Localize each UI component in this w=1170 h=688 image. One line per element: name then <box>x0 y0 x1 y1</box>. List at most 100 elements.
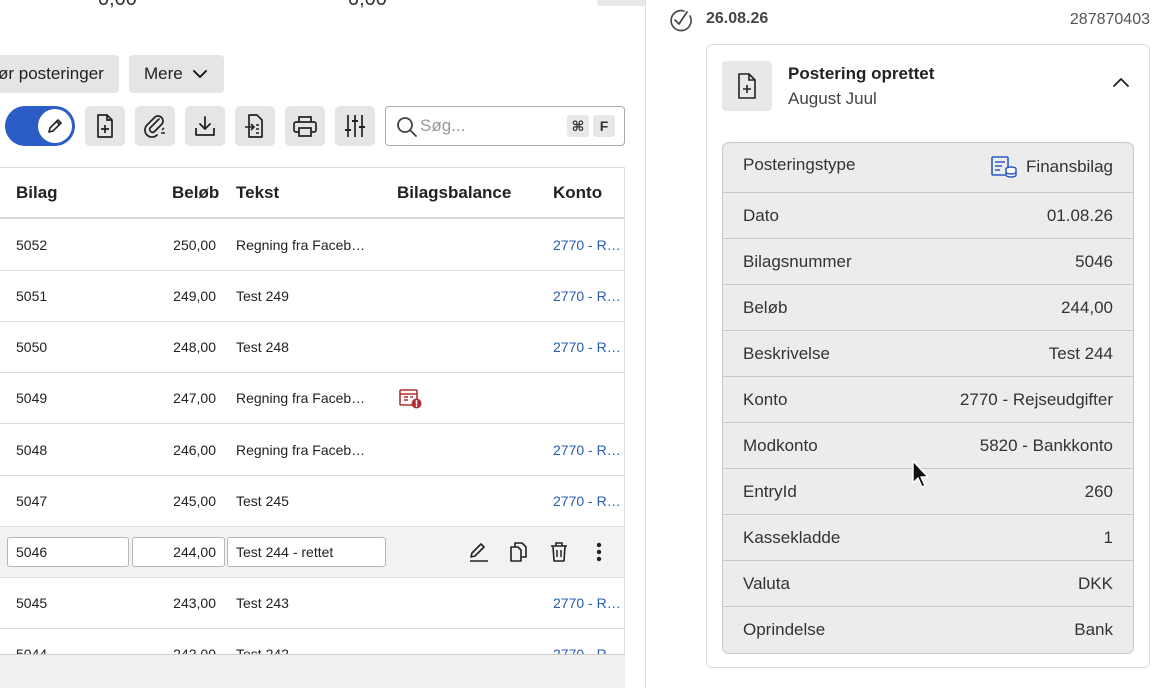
property-value: 5046 <box>1075 252 1113 271</box>
copy-row-button[interactable] <box>506 539 532 565</box>
table-row[interactable]: 5044 242,00 Test 242 2770 - R… <box>0 629 624 655</box>
show-entries-button[interactable]: ør posteringer <box>0 55 119 93</box>
edit-bilag-input[interactable] <box>7 537 129 567</box>
history-card-author: August Juul <box>788 89 877 108</box>
column-header-account[interactable]: Konto <box>553 183 602 203</box>
property-value: 2770 - Rejseudgifter <box>959 390 1113 409</box>
edit-amount-input[interactable] <box>132 537 225 567</box>
copy-icon <box>510 542 527 562</box>
cell-amount: 246,00 <box>173 442 216 458</box>
cell-bilag: 5050 <box>16 339 48 355</box>
property-row: Dato 01.08.26 <box>723 193 1133 239</box>
edit-text-input[interactable] <box>227 537 386 567</box>
shortcut-cmd-key: ⌘ <box>567 115 589 137</box>
balance-warning-icon[interactable] <box>399 388 423 410</box>
file-plus-icon <box>738 73 756 99</box>
history-date: 26.08.26 <box>706 10 769 27</box>
table-row[interactable]: 5052 250,00 Regning fra Faceb… 2770 - R… <box>0 220 624 271</box>
trash-icon <box>551 542 567 562</box>
filter-settings-button[interactable] <box>335 106 375 146</box>
table-row[interactable]: 5049 247,00 Regning fra Faceb… <box>0 373 624 424</box>
show-entries-label: ør posteringer <box>0 64 104 83</box>
search-box[interactable]: ⌘ F <box>385 106 625 146</box>
download-button[interactable] <box>185 106 225 146</box>
entry-properties: Posteringstype Finansbilag Dato 01.08.26… <box>722 142 1134 654</box>
cell-text: Test 245 <box>236 493 289 509</box>
cell-amount: 245,00 <box>173 493 216 509</box>
total-value: 0,00 <box>98 0 137 11</box>
cell-amount: 242,00 <box>173 646 216 655</box>
history-panel: 26.08.26 287870403 Postering oprettet Au… <box>646 0 1170 688</box>
paperclip-icon <box>144 115 165 138</box>
property-value: 1 <box>1103 528 1113 547</box>
attach-button[interactable] <box>135 106 175 146</box>
cell-amount: 249,00 <box>173 288 216 304</box>
chevron-up-icon[interactable] <box>1113 77 1129 87</box>
history-entry-number: 287870403 <box>1069 11 1150 28</box>
cell-amount: 248,00 <box>173 339 216 355</box>
row-more-button[interactable] <box>586 539 612 565</box>
shortcut-f-key: F <box>593 115 615 137</box>
printer-icon <box>293 116 317 137</box>
column-header-balance[interactable]: Bilagsbalance <box>397 183 511 203</box>
cell-text: Test 248 <box>236 339 289 355</box>
finance-voucher-icon <box>991 156 1017 178</box>
top-button[interactable] <box>597 0 645 6</box>
table-header: Bilag Beløb Tekst Bilagsbalance Konto <box>0 168 624 219</box>
print-button[interactable] <box>285 106 325 146</box>
cell-bilag: 5049 <box>16 390 48 406</box>
pencil-icon <box>48 119 62 133</box>
cell-text: Regning fra Faceb… <box>236 390 366 406</box>
search-input[interactable] <box>420 113 560 139</box>
cell-account-link[interactable]: 2770 - R… <box>553 237 624 253</box>
property-row: Oprindelse Bank <box>723 607 1133 653</box>
entries-panel: 0,00 0,00 ør posteringer Mere ⌘ F Bila <box>0 0 645 688</box>
property-value: 01.08.26 <box>1046 206 1113 225</box>
cell-text: Test 243 <box>236 595 289 611</box>
search-icon <box>397 117 417 137</box>
edit-mode-toggle[interactable] <box>5 106 75 146</box>
edit-row-button[interactable] <box>466 539 492 565</box>
cell-account-link[interactable]: 2770 - R… <box>553 493 624 509</box>
history-card-title: Postering oprettet <box>788 64 935 83</box>
table-row[interactable]: 5047 245,00 Test 245 2770 - R… <box>0 476 624 527</box>
column-header-text[interactable]: Tekst <box>236 183 279 203</box>
cell-bilag: 5052 <box>16 237 48 253</box>
property-value: 244,00 <box>1061 298 1113 317</box>
table-row[interactable]: 5050 248,00 Test 248 2770 - R… <box>0 322 624 373</box>
chevron-down-icon <box>192 69 207 78</box>
cell-account-link[interactable]: 2770 - R… <box>553 288 624 304</box>
more-button[interactable]: Mere <box>129 55 224 93</box>
new-entry-button[interactable] <box>85 106 125 146</box>
cell-amount: 247,00 <box>173 390 216 406</box>
cell-account-link[interactable]: 2770 - R… <box>553 442 624 458</box>
column-header-bilag[interactable]: Bilag <box>16 183 58 203</box>
table-row[interactable]: 5045 243,00 Test 243 2770 - R… <box>0 578 624 629</box>
file-import-icon <box>245 114 263 138</box>
property-row: Bilagsnummer 5046 <box>723 239 1133 285</box>
table-footer <box>0 655 625 688</box>
cell-amount: 243,00 <box>173 595 216 611</box>
property-value: Finansbilag <box>990 155 1113 179</box>
table-row[interactable]: 5051 249,00 Test 249 2770 - R… <box>0 271 624 322</box>
property-row: Beskrivelse Test 244 <box>723 331 1133 377</box>
mouse-cursor-icon <box>912 460 929 488</box>
more-vertical-icon <box>596 542 602 562</box>
cell-account-link[interactable]: 2770 - R… <box>553 646 624 654</box>
column-header-amount[interactable]: Beløb <box>172 183 219 203</box>
cell-text: Test 249 <box>236 288 289 304</box>
delete-row-button[interactable] <box>546 539 572 565</box>
cell-account-link[interactable]: 2770 - R… <box>553 339 624 355</box>
entries-table: Bilag Beløb Tekst Bilagsbalance Konto 50… <box>0 167 625 655</box>
table-row-editing[interactable] <box>0 527 624 578</box>
history-card: Postering oprettet August Juul Postering… <box>706 44 1150 668</box>
property-value: 5820 - Bankkonto <box>979 436 1113 455</box>
table-row[interactable]: 5048 246,00 Regning fra Faceb… 2770 - R… <box>0 425 624 476</box>
sliders-icon <box>345 115 365 137</box>
cell-bilag: 5047 <box>16 493 48 509</box>
property-row: Posteringstype Finansbilag <box>723 143 1133 193</box>
property-label: Konto <box>743 390 788 409</box>
cell-account-link[interactable]: 2770 - R… <box>553 595 624 611</box>
import-button[interactable] <box>235 106 275 146</box>
property-label: Beløb <box>743 298 788 317</box>
